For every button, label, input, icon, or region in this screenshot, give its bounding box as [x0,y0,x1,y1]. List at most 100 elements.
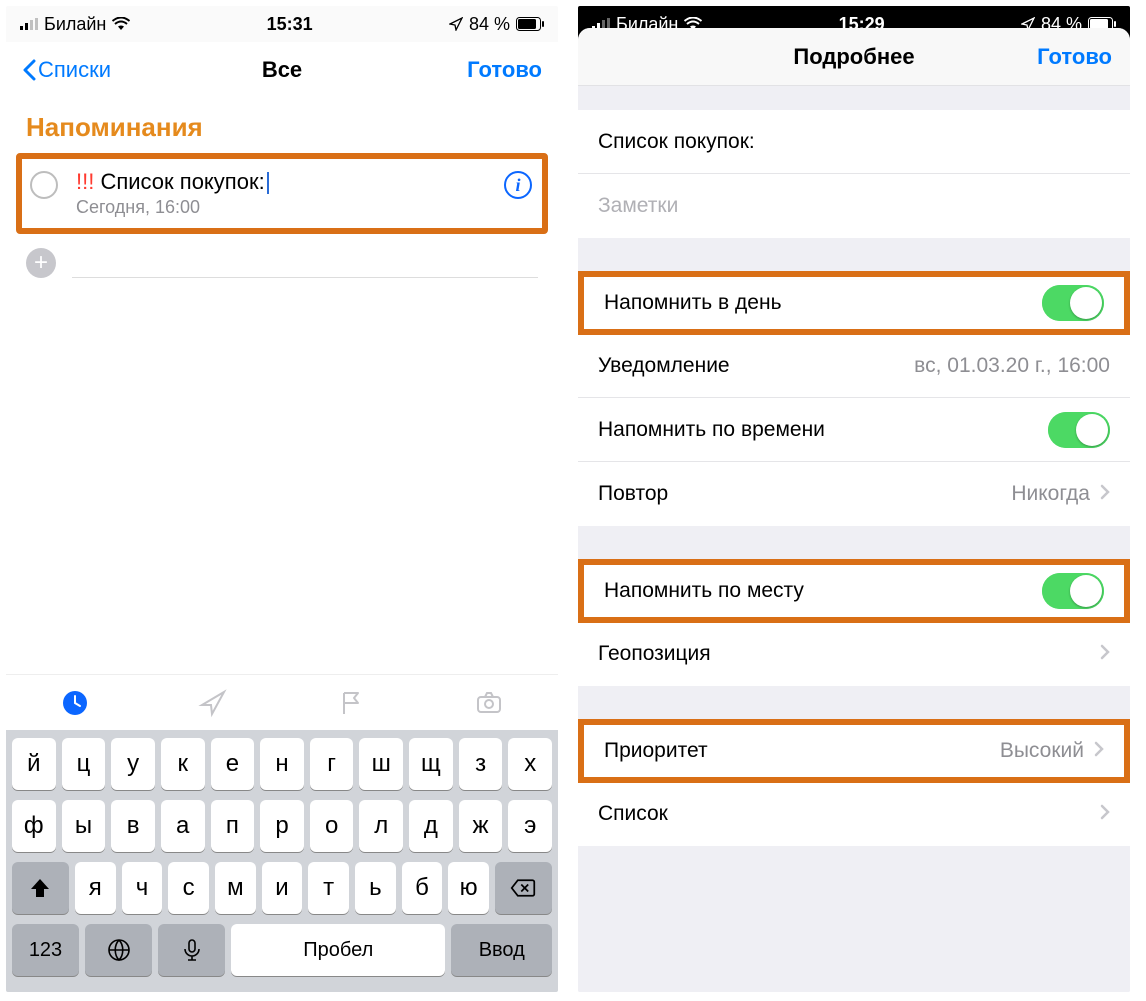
key-letter[interactable]: з [459,738,503,790]
detail-sheet: Подробнее Готово Список покупок: Заметки… [578,28,1130,992]
repeat-label: Повтор [598,482,668,506]
group-location: Напомнить по месту Геопозиция [578,559,1130,686]
key-letter[interactable]: ч [122,862,163,914]
signal-icon [20,18,38,30]
chevron-left-icon [22,59,36,81]
toolbar-time-button[interactable] [6,688,144,718]
key-mic[interactable] [158,924,225,976]
remind-day-label: Напомнить в день [604,291,782,315]
key-letter[interactable]: ю [448,862,489,914]
geoposition-row[interactable]: Геопозиция [578,622,1130,686]
info-button[interactable]: i [504,171,532,199]
keyboard-toolbar [6,674,558,730]
remind-day-row[interactable]: Напомнить в день [578,271,1130,335]
back-button[interactable]: Списки [22,57,111,83]
key-letter[interactable]: б [402,862,443,914]
add-placeholder-line [72,248,538,278]
remind-time-label: Напомнить по времени [598,418,825,442]
priority-row[interactable]: Приоритет Высокий [578,719,1130,783]
battery-pct: 84 % [469,14,510,35]
key-letter[interactable]: и [262,862,303,914]
section-title: Напоминания [6,98,558,153]
nav-bar: Списки Все Готово [6,42,558,98]
list-label: Список [598,802,668,826]
remind-location-toggle[interactable] [1042,573,1104,609]
key-backspace[interactable] [495,862,552,914]
key-letter[interactable]: е [211,738,255,790]
location-icon [449,17,463,31]
key-letter[interactable]: ж [459,800,503,852]
key-shift[interactable] [12,862,69,914]
repeat-value: Никогда [1011,482,1090,506]
key-letter[interactable]: в [111,800,155,852]
chevron-right-icon [1100,802,1110,826]
keyboard: йцукенгшщзх фывапролджэ ячсмитьбю 123 [6,730,558,992]
key-letter[interactable]: й [12,738,56,790]
notify-row[interactable]: Уведомление вс, 01.03.20 г., 16:00 [578,334,1130,398]
info-icon: i [515,175,520,196]
done-button[interactable]: Готово [1037,44,1112,70]
key-letter[interactable]: ь [355,862,396,914]
remind-time-row[interactable]: Напомнить по времени [578,398,1130,462]
add-icon[interactable]: + [26,248,56,278]
key-letter[interactable]: с [168,862,209,914]
group-priority-list: Приоритет Высокий Список [578,719,1130,846]
key-letter[interactable]: п [211,800,255,852]
key-letter[interactable]: н [260,738,304,790]
notes-field[interactable]: Заметки [578,174,1130,238]
key-letter[interactable]: д [409,800,453,852]
toolbar-flag-button[interactable] [282,688,420,718]
key-letter[interactable]: л [359,800,403,852]
remind-location-label: Напомнить по месту [604,579,804,603]
reminder-title[interactable]: Список покупок: [100,169,264,194]
key-letter[interactable]: э [508,800,552,852]
key-numbers[interactable]: 123 [12,924,79,976]
remind-location-row[interactable]: Напомнить по месту [578,559,1130,623]
remind-time-toggle[interactable] [1048,412,1110,448]
key-letter[interactable]: т [308,862,349,914]
key-letter[interactable]: р [260,800,304,852]
battery-icon [516,17,544,31]
key-letter[interactable]: ц [62,738,106,790]
toolbar-location-button[interactable] [144,688,282,718]
key-letter[interactable]: г [310,738,354,790]
list-row[interactable]: Список [578,782,1130,846]
key-letter[interactable]: ы [62,800,106,852]
key-letter[interactable]: щ [409,738,453,790]
key-letter[interactable]: у [111,738,155,790]
key-letter[interactable]: ф [12,800,56,852]
key-letter[interactable]: к [161,738,205,790]
sheet-header: Подробнее Готово [578,28,1130,86]
complete-checkbox[interactable] [30,171,58,199]
notify-label: Уведомление [598,354,730,378]
group-date-time: Напомнить в день Уведомление вс, 01.03.2… [578,271,1130,526]
reminder-subtitle: Сегодня, 16:00 [76,197,492,218]
toolbar-camera-button[interactable] [420,688,558,718]
chevron-right-icon [1100,482,1110,506]
repeat-row[interactable]: Повтор Никогда [578,462,1130,526]
key-enter[interactable]: Ввод [451,924,552,976]
key-space[interactable]: Пробел [231,924,445,976]
remind-day-toggle[interactable] [1042,285,1104,321]
notes-placeholder: Заметки [598,194,678,218]
reminder-item[interactable]: !!! Список покупок: Сегодня, 16:00 i [16,153,548,234]
priority-value: Высокий [1000,739,1084,763]
key-letter[interactable]: о [310,800,354,852]
chevron-right-icon [1094,739,1104,763]
done-button[interactable]: Готово [467,57,542,83]
key-letter[interactable]: ш [359,738,403,790]
key-globe[interactable] [85,924,152,976]
wifi-icon [112,17,130,31]
chevron-right-icon [1100,642,1110,666]
back-label: Списки [38,57,111,83]
title-field[interactable]: Список покупок: [578,110,1130,174]
key-letter[interactable]: а [161,800,205,852]
key-letter[interactable]: х [508,738,552,790]
phone-left: Билайн 15:31 84 % Списки Все Готово Напо… [6,6,558,992]
key-letter[interactable]: м [215,862,256,914]
title-value: Список покупок: [598,130,755,154]
add-reminder-row[interactable]: + [6,234,558,292]
carrier-label: Билайн [44,14,106,35]
status-time: 15:31 [267,14,313,35]
key-letter[interactable]: я [75,862,116,914]
